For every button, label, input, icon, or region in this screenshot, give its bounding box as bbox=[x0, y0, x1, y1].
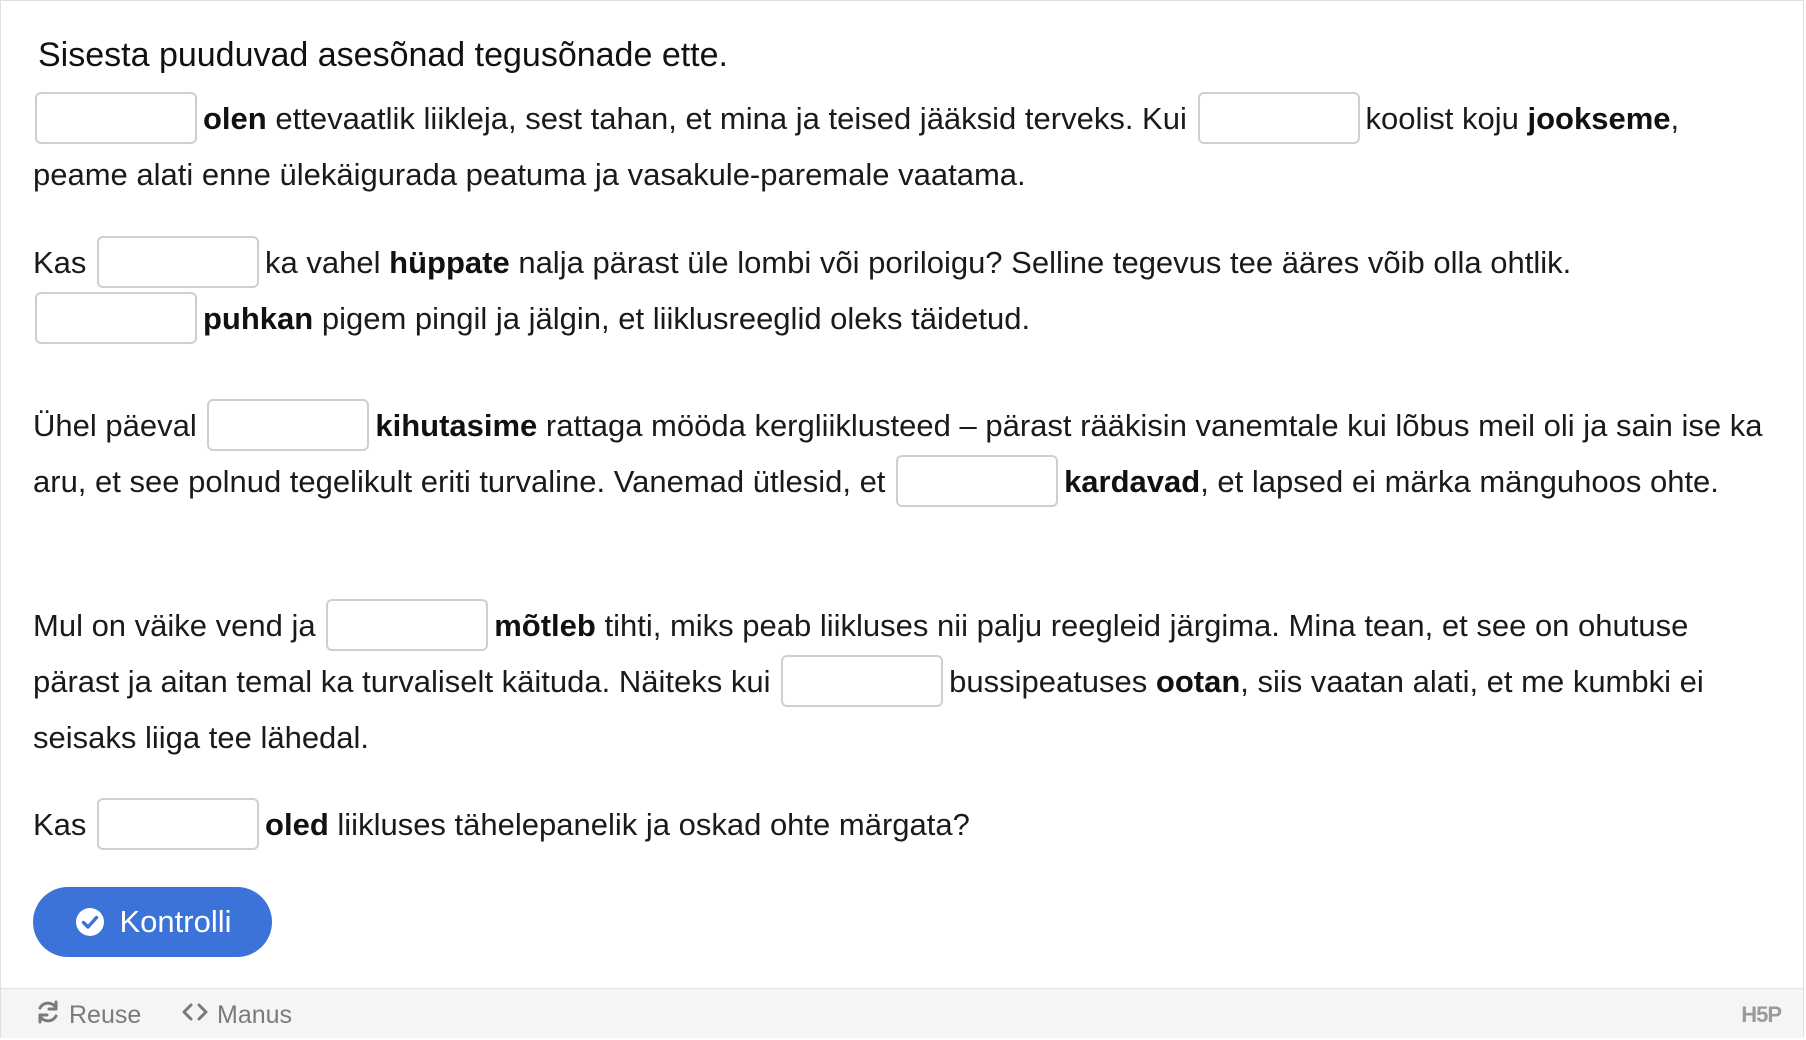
check-button[interactable]: Kontrolli bbox=[33, 887, 272, 957]
paragraph-text: pigem pingil ja jälgin, et liiklusreegli… bbox=[321, 301, 1031, 336]
blank-input-9[interactable] bbox=[97, 797, 260, 850]
paragraph-5: Kas oled liikluses tähelepanelik ja oska… bbox=[33, 797, 1773, 853]
blank-input-1[interactable] bbox=[35, 91, 197, 144]
blank-input-5[interactable] bbox=[207, 398, 370, 451]
paragraph-text: , et lapsed ei märka mänguhoos ohte. bbox=[1200, 464, 1719, 499]
paragraph-text: Kas bbox=[33, 807, 87, 842]
paragraph-text: Ühel päeval bbox=[33, 408, 197, 443]
blank-input-4[interactable] bbox=[35, 291, 197, 344]
blank-input-3[interactable] bbox=[97, 235, 260, 288]
verb-word: kardavad bbox=[1064, 464, 1201, 499]
paragraph-1: olen ettevaatlik liikleja, sest tahan, e… bbox=[33, 91, 1773, 203]
refresh-icon bbox=[35, 999, 69, 1032]
blank-input-2[interactable] bbox=[1197, 91, 1360, 144]
h5p-logo[interactable]: H5P bbox=[1741, 1002, 1782, 1028]
embed-label: Manus bbox=[217, 1001, 293, 1029]
paragraph-3: Ühel päeval kihutasime rattaga mööda ker… bbox=[33, 398, 1773, 510]
paragraph-text: , bbox=[1670, 101, 1680, 136]
verb-word: puhkan bbox=[203, 301, 314, 336]
paragraph-text: ka vahel bbox=[265, 245, 381, 280]
paragraph-text: koolist koju bbox=[1365, 101, 1519, 136]
paragraph-text: nalja pärast üle lombi või poriloigu? Se… bbox=[518, 245, 1572, 280]
verb-word: ootan bbox=[1155, 664, 1241, 699]
task-instructions: Sisesta puuduvad asesõnad tegusõnade ett… bbox=[38, 36, 728, 74]
paragraph-text: peame alati enne ülekäigurada peatuma ja… bbox=[33, 157, 1026, 192]
paragraph-4: Mul on väike vend ja mõtleb tihti, miks … bbox=[33, 598, 1773, 766]
check-button-label: Kontrolli bbox=[119, 904, 232, 939]
paragraph-text: bussipeatuses bbox=[949, 664, 1148, 699]
paragraph-2: Kas ka vahel hüppate nalja pärast üle lo… bbox=[33, 235, 1773, 347]
verb-word: mõtleb bbox=[494, 608, 596, 643]
paragraph-text: ettevaatlik liikleja, sest tahan, et min… bbox=[275, 101, 1187, 136]
verb-word: jookseme bbox=[1527, 101, 1671, 136]
blank-input-8[interactable] bbox=[781, 654, 944, 707]
reuse-label: Reuse bbox=[69, 1001, 142, 1029]
code-icon bbox=[181, 999, 217, 1032]
verb-word: kihutasime bbox=[375, 408, 538, 443]
check-circle-icon bbox=[74, 906, 106, 938]
reuse-button[interactable]: Reuse bbox=[35, 999, 141, 1032]
blank-input-6[interactable] bbox=[896, 454, 1059, 507]
paragraph-text: liikluses tähelepanelik ja oskad ohte mä… bbox=[337, 807, 970, 842]
embed-button[interactable]: Manus bbox=[181, 999, 292, 1032]
verb-word: hüppate bbox=[389, 245, 510, 280]
footer-bar: Reuse Manus H5P bbox=[1, 988, 1803, 1038]
paragraph-text: Mul on väike vend ja bbox=[33, 608, 316, 643]
verb-word: olen bbox=[203, 101, 267, 136]
paragraph-text: Kas bbox=[33, 245, 87, 280]
verb-word: oled bbox=[265, 807, 329, 842]
blank-input-7[interactable] bbox=[326, 598, 489, 651]
